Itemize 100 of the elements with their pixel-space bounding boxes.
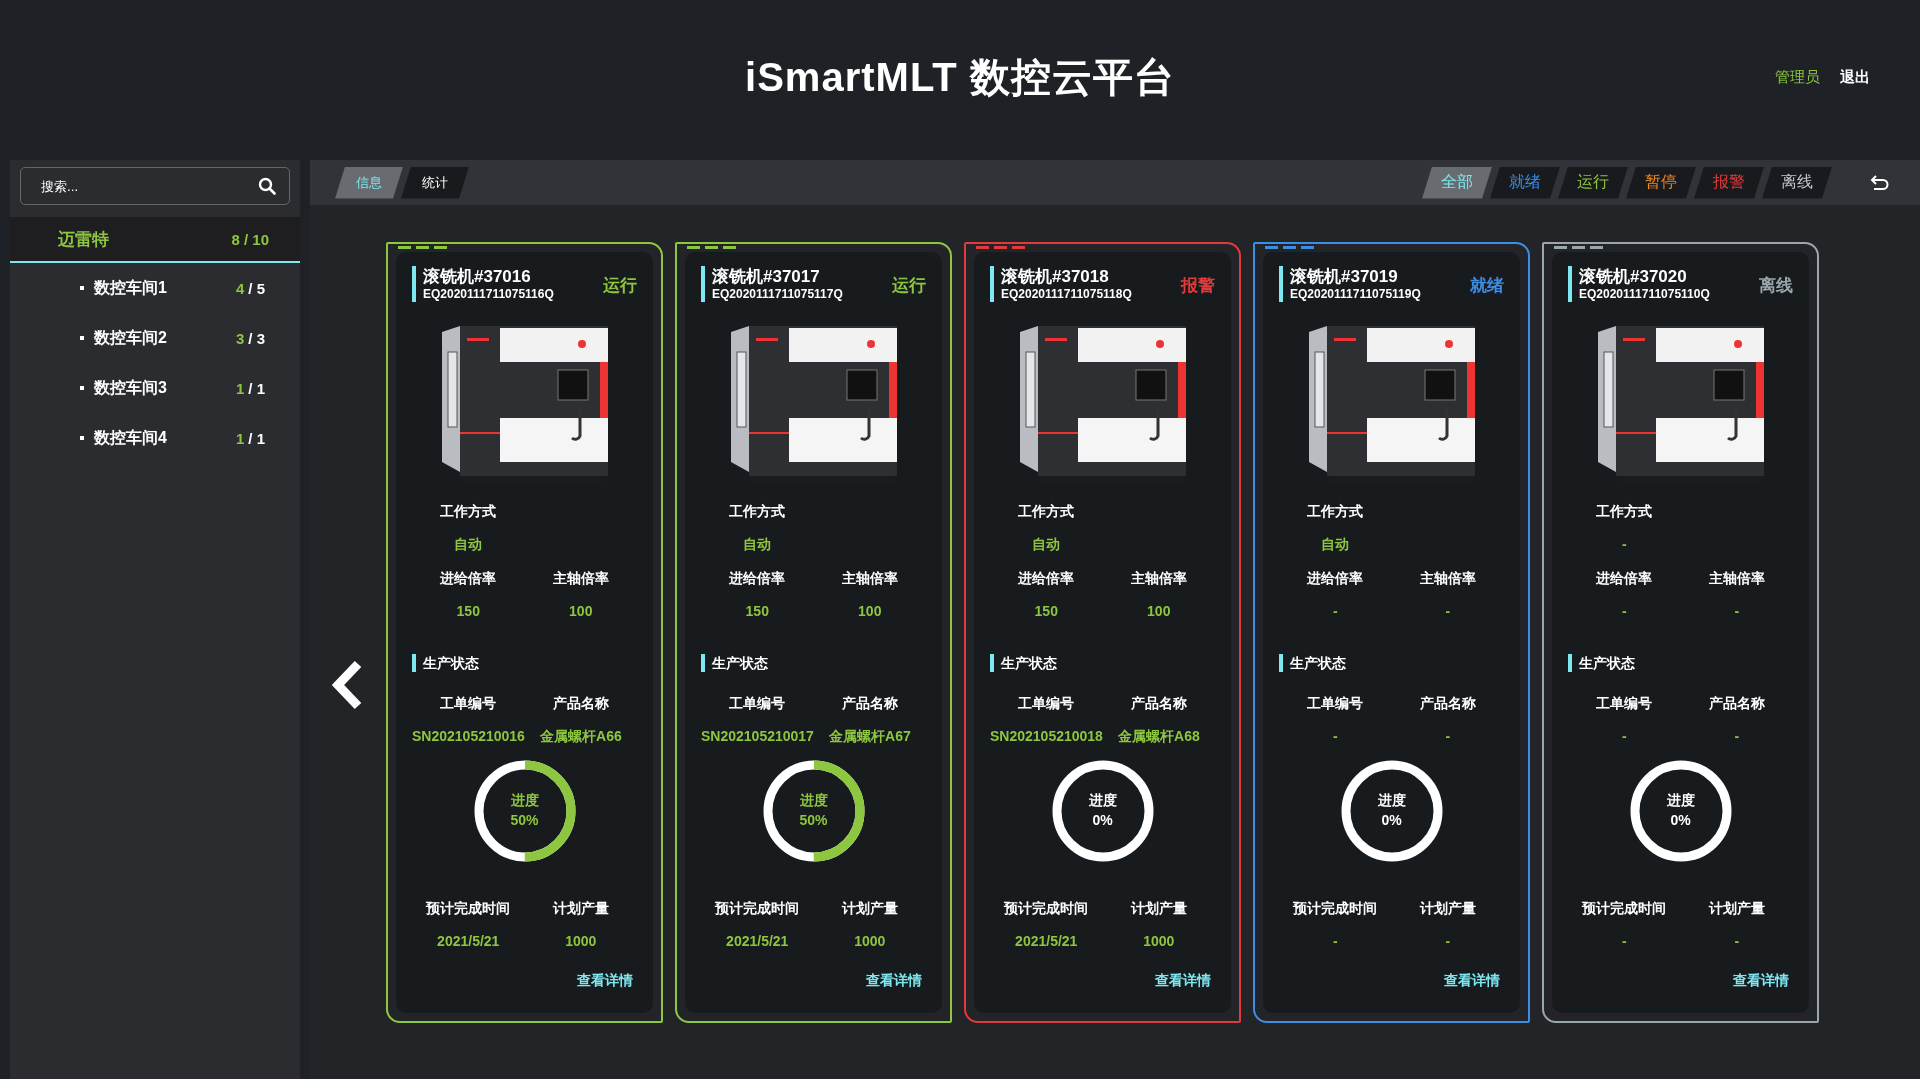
tree-item[interactable]: 数控车间2 3 / 3 bbox=[10, 313, 300, 363]
status-label: 运行 bbox=[892, 275, 926, 297]
status-label: 报警 bbox=[1181, 275, 1215, 297]
field-value: - bbox=[1444, 602, 1452, 620]
field-label: 进给倍率 bbox=[1306, 569, 1365, 587]
field-label: 进给倍率 bbox=[728, 569, 787, 587]
field-value: 2021/5/21 bbox=[725, 932, 790, 950]
field-value: 金属螺杆A67 bbox=[828, 727, 912, 745]
filter-tab[interactable]: 就绪 bbox=[1490, 166, 1560, 199]
status-label: 运行 bbox=[603, 275, 637, 297]
filter-tab[interactable]: 全部 bbox=[1422, 166, 1492, 199]
field-label: 工作方式 bbox=[1017, 502, 1076, 520]
field-value: SN202105210016 bbox=[412, 727, 525, 745]
field-value: 自动 bbox=[453, 535, 484, 553]
view-tab[interactable]: 统计 bbox=[401, 166, 469, 199]
field-label: 预计完成时间 bbox=[1291, 899, 1379, 917]
workshop-name: 数控车间1 bbox=[94, 277, 168, 298]
field-value: 100 bbox=[857, 602, 883, 620]
progress-value: 0% bbox=[1380, 812, 1403, 828]
field-value: - bbox=[1331, 727, 1339, 745]
field-label: 产品名称 bbox=[551, 694, 610, 712]
total-count: / 1 bbox=[248, 429, 265, 447]
field-label: 计划产量 bbox=[551, 899, 610, 917]
field-label: 计划产量 bbox=[1129, 899, 1188, 917]
field-label: 预计完成时间 bbox=[713, 899, 801, 917]
field-label: 工单编号 bbox=[728, 694, 787, 712]
section-title: 生产状态 bbox=[412, 654, 637, 672]
total-count: / 3 bbox=[248, 329, 265, 347]
field-value: 150 bbox=[744, 602, 770, 620]
details-link[interactable]: 查看详情 bbox=[1444, 972, 1500, 990]
filter-tab[interactable]: 运行 bbox=[1558, 166, 1628, 199]
field-label: 产品名称 bbox=[1707, 694, 1766, 712]
search-field[interactable]: 搜索... bbox=[20, 167, 290, 205]
details-link[interactable]: 查看详情 bbox=[866, 972, 922, 990]
filter-tab[interactable]: 离线 bbox=[1762, 166, 1832, 199]
filter-tab[interactable]: 报警 bbox=[1694, 166, 1764, 199]
field-value: - bbox=[1444, 932, 1452, 950]
field-value: 金属螺杆A68 bbox=[1117, 727, 1201, 745]
tree-item[interactable]: 数控车间1 4 / 5 bbox=[10, 263, 300, 313]
field-label: 工单编号 bbox=[1017, 694, 1076, 712]
field-label: 预计完成时间 bbox=[1580, 899, 1668, 917]
field-value: - bbox=[1620, 602, 1628, 620]
field-label: 工单编号 bbox=[439, 694, 498, 712]
running-count: 1 bbox=[235, 429, 245, 447]
total-count: / 1 bbox=[248, 379, 265, 397]
tree-item[interactable]: 数控车间3 1 / 1 bbox=[10, 363, 300, 413]
workshop-name: 数控车间3 bbox=[94, 377, 168, 398]
tree-item[interactable]: 数控车间4 1 / 1 bbox=[10, 413, 300, 463]
field-value: 1000 bbox=[853, 932, 887, 950]
field-label: 主轴倍率 bbox=[1707, 569, 1766, 587]
tree-group-item[interactable]: 迈雷特 8 / 10 bbox=[10, 217, 300, 263]
field-value: - bbox=[1331, 602, 1339, 620]
field-label: 预计完成时间 bbox=[1002, 899, 1090, 917]
field-value: - bbox=[1620, 727, 1628, 745]
bullet-icon bbox=[80, 386, 84, 390]
search-icon[interactable] bbox=[258, 177, 276, 195]
filter-tab[interactable]: 暂停 bbox=[1626, 166, 1696, 199]
serial-number: EQ2020111711075116Q bbox=[423, 287, 555, 302]
field-label: 预计完成时间 bbox=[424, 899, 512, 917]
section-title: 生产状态 bbox=[1279, 654, 1504, 672]
machine-name: 滚铣机#37016 bbox=[423, 266, 532, 287]
field-label: 进给倍率 bbox=[1017, 569, 1076, 587]
status-label: 就绪 bbox=[1470, 275, 1504, 297]
progress-label: 进度 bbox=[798, 792, 829, 810]
field-value: - bbox=[1733, 602, 1741, 620]
field-label: 产品名称 bbox=[840, 694, 899, 712]
page-title: iSmartMLT 数控云平台 bbox=[745, 54, 1175, 101]
field-value: 2021/5/21 bbox=[436, 932, 501, 950]
details-link[interactable]: 查看详情 bbox=[577, 972, 633, 990]
section-title: 生产状态 bbox=[1568, 654, 1793, 672]
field-value: 150 bbox=[1033, 602, 1059, 620]
field-value: SN202105210018 bbox=[990, 727, 1103, 745]
progress-value: 0% bbox=[1091, 812, 1114, 828]
field-label: 工作方式 bbox=[728, 502, 787, 520]
workshop-name: 数控车间2 bbox=[94, 327, 168, 348]
field-label: 主轴倍率 bbox=[1418, 569, 1477, 587]
field-value: 1000 bbox=[564, 932, 598, 950]
field-label: 工作方式 bbox=[439, 502, 498, 520]
field-value: 100 bbox=[568, 602, 594, 620]
logout-link[interactable]: 退出 bbox=[1840, 67, 1870, 87]
details-link[interactable]: 查看详情 bbox=[1155, 972, 1211, 990]
back-icon[interactable] bbox=[1870, 174, 1890, 191]
field-label: 计划产量 bbox=[1418, 899, 1477, 917]
view-tab[interactable]: 信息 bbox=[335, 166, 403, 199]
serial-number: EQ2020111711075117Q bbox=[712, 287, 844, 302]
field-value: - bbox=[1620, 535, 1628, 553]
field-label: 工单编号 bbox=[1306, 694, 1365, 712]
progress-label: 进度 bbox=[1665, 792, 1696, 810]
field-label: 主轴倍率 bbox=[1129, 569, 1188, 587]
field-label: 工作方式 bbox=[1306, 502, 1365, 520]
user-link[interactable]: 管理员 bbox=[1775, 67, 1820, 87]
field-label: 计划产量 bbox=[1707, 899, 1766, 917]
group-name: 迈雷特 bbox=[58, 228, 110, 251]
machine-name: 滚铣机#37017 bbox=[712, 266, 821, 287]
total-count: / 5 bbox=[248, 279, 265, 297]
field-value: - bbox=[1620, 932, 1628, 950]
details-link[interactable]: 查看详情 bbox=[1733, 972, 1789, 990]
field-value: 2021/5/21 bbox=[1014, 932, 1079, 950]
field-value: - bbox=[1331, 932, 1339, 950]
status-label: 离线 bbox=[1759, 275, 1793, 297]
